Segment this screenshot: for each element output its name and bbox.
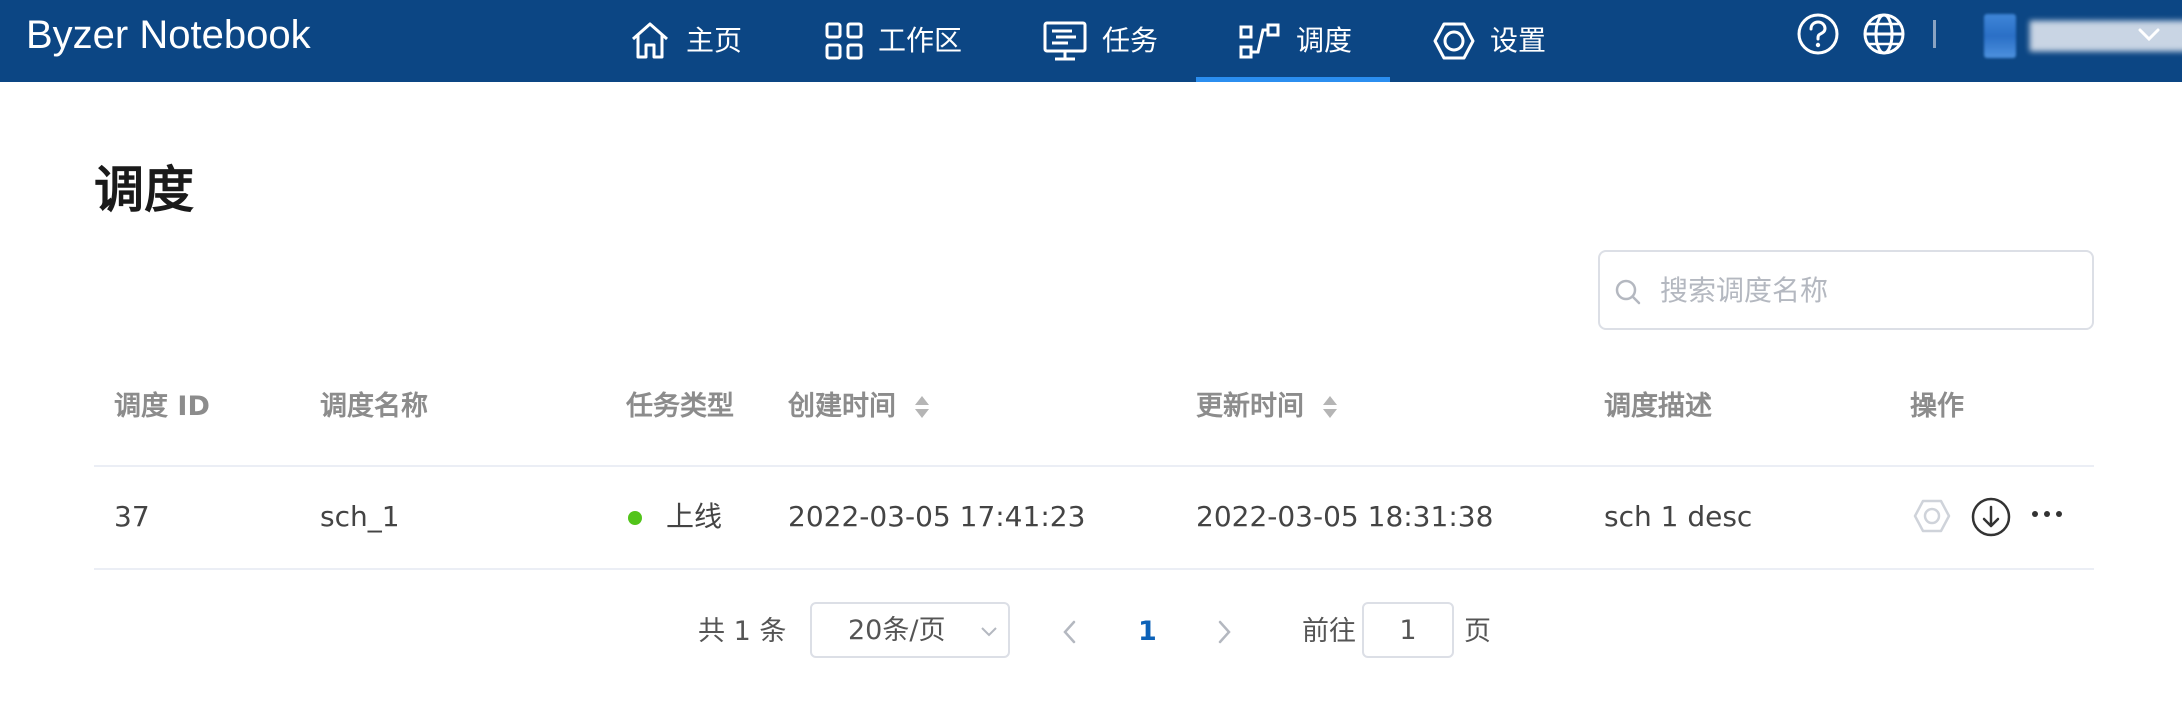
pagination-total: 共 1 条	[698, 616, 787, 647]
nav-item-workspace[interactable]: 工作区	[824, 0, 962, 82]
monitor-icon	[1043, 21, 1087, 61]
topbar-divider	[1933, 20, 1936, 48]
chevron-down-icon	[981, 627, 997, 637]
goto-page-input[interactable]	[1362, 602, 1454, 658]
nav-label-tasks: 任务	[1102, 24, 1159, 57]
cell-desc: sch 1 desc	[1604, 500, 1753, 533]
help-icon	[1797, 13, 1839, 55]
home-icon	[632, 22, 668, 59]
column-header-ops: 操作	[1910, 391, 1964, 422]
page-size-select[interactable]: 20条/页	[810, 602, 1010, 658]
language-button[interactable]	[1862, 12, 1906, 56]
sort-icon[interactable]	[1320, 393, 1340, 421]
cell-updated: 2022-03-05 18:31:38	[1196, 500, 1494, 533]
cell-name: sch_1	[320, 500, 400, 533]
page-suffix-label: 页	[1464, 616, 1491, 647]
cell-status: 上线	[666, 500, 723, 533]
nav-label-settings: 设置	[1490, 24, 1547, 57]
page-title: 调度	[94, 161, 194, 219]
column-header-type: 任务类型	[626, 391, 734, 422]
search-input[interactable]	[1660, 266, 2080, 314]
more-icon[interactable]	[2030, 504, 2064, 528]
avatar[interactable]	[1984, 14, 2016, 58]
settings-hexagon-icon	[1433, 22, 1475, 60]
column-header-updated[interactable]: 更新时间	[1196, 390, 1304, 424]
nav-label-workspace: 工作区	[878, 24, 963, 57]
search-box[interactable]	[1598, 250, 2094, 330]
status-dot	[628, 511, 642, 525]
page-size-value: 20条/页	[848, 615, 946, 646]
settings-hexagon-icon[interactable]	[1912, 496, 1952, 536]
download-icon[interactable]	[1970, 496, 2012, 538]
column-header-id: 调度 ID	[114, 391, 210, 422]
schedule-icon	[1239, 23, 1280, 59]
brand-logo[interactable]: Byzer Notebook	[26, 11, 311, 59]
nav-active-indicator	[1196, 77, 1390, 82]
next-page-icon[interactable]	[1214, 614, 1234, 650]
prev-page-icon[interactable]	[1060, 614, 1080, 650]
nav-item-schedule[interactable]: 调度	[1238, 0, 1352, 82]
nav-item-settings[interactable]: 设置	[1432, 0, 1546, 82]
column-header-desc: 调度描述	[1604, 391, 1712, 422]
help-button[interactable]	[1796, 12, 1840, 56]
nav-label-home: 主页	[686, 24, 743, 57]
sort-icon[interactable]	[912, 393, 932, 421]
search-icon	[1615, 279, 1641, 305]
cell-created: 2022-03-05 17:41:23	[788, 500, 1086, 533]
column-header-name: 调度名称	[320, 391, 428, 422]
chevron-down-icon[interactable]	[2136, 24, 2162, 44]
table-divider	[94, 465, 2094, 467]
nav-label-schedule: 调度	[1296, 24, 1353, 57]
grid-icon	[825, 22, 863, 60]
nav-item-home[interactable]: 主页	[628, 0, 742, 82]
nav-item-tasks[interactable]: 任务	[1042, 0, 1158, 82]
globe-icon	[1863, 13, 1905, 55]
table-divider	[94, 568, 2094, 570]
column-header-created[interactable]: 创建时间	[788, 390, 896, 424]
pagination-page-current[interactable]: 1	[1138, 614, 1157, 650]
top-navbar: Byzer Notebook 主页 工作区 任务 调度 设置 ████████	[0, 0, 2182, 82]
cell-id: 37	[114, 500, 150, 533]
goto-label: 前往	[1302, 616, 1356, 647]
